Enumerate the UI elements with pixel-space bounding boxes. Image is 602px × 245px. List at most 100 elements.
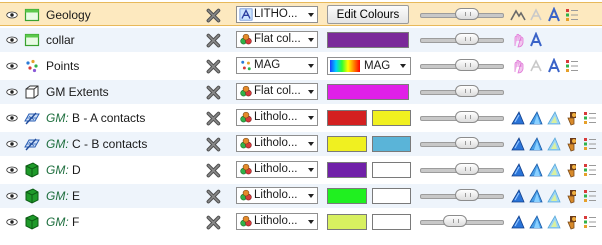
colour-swatch-secondary[interactable] — [372, 136, 411, 152]
colour-mode-select[interactable]: Litholo... — [236, 213, 318, 230]
layer-label: E — [68, 189, 81, 203]
blue-arrow-icon — [511, 215, 525, 229]
palette-icon — [240, 111, 252, 123]
colour-swatch-secondary[interactable] — [372, 110, 411, 126]
opacity-slider[interactable] — [420, 85, 504, 97]
contact-surface-icon — [24, 112, 40, 125]
layer-row[interactable]: GM: B - A contacts Litholo... — [0, 106, 602, 130]
layer-row[interactable]: GM: F Litholo... — [0, 210, 602, 234]
layer-label: GM Extents — [46, 85, 109, 99]
palette-icon — [240, 163, 252, 175]
layer-row[interactable]: collar Flat col... — [0, 28, 602, 52]
colour-swatch[interactable] — [327, 32, 409, 48]
colour-mode-select[interactable]: MAG — [236, 57, 318, 74]
gradient-letter-icon — [239, 8, 253, 21]
layer-row[interactable]: GM: C - B contacts Litholo... — [0, 132, 602, 156]
colour-mode-value: Litholo... — [254, 111, 298, 123]
layer-name: GM: D — [46, 158, 81, 182]
delete-icon — [206, 215, 221, 230]
slider-thumb[interactable] — [455, 189, 479, 201]
opacity-slider[interactable] — [420, 215, 504, 227]
eye-icon — [6, 140, 18, 148]
slider-thumb[interactable] — [443, 215, 467, 227]
colour-mode-select[interactable]: Litholo... — [236, 109, 318, 126]
chevron-down-icon — [308, 90, 314, 94]
slider-thumb[interactable] — [455, 85, 479, 97]
edit-colours-button[interactable]: Edit Colours — [327, 5, 409, 24]
colour-swatch-primary[interactable] — [327, 136, 367, 152]
multi-arrow-icon — [529, 163, 543, 177]
colour-swatch[interactable] — [327, 84, 409, 100]
layer-row[interactable]: GM: D Litholo... — [0, 158, 602, 182]
layer-prefix: GM: — [46, 163, 69, 177]
delete-icon — [206, 189, 221, 204]
legend-icon — [584, 138, 596, 150]
light-arrow-icon — [547, 111, 561, 125]
slider-thumb[interactable] — [455, 8, 479, 20]
colour-swatch-primary[interactable] — [327, 188, 367, 204]
colour-mode-select[interactable]: Flat col... — [236, 31, 318, 48]
layer-row[interactable]: GM Extents Flat col... — [0, 80, 602, 104]
colour-mode-select[interactable]: Litholo... — [236, 187, 318, 204]
multi-arrow-icon — [529, 215, 543, 229]
eye-icon — [6, 114, 18, 122]
slider-thumb[interactable] — [455, 137, 479, 149]
slider-thumb[interactable] — [455, 111, 479, 123]
layer-label: F — [68, 215, 80, 229]
layer-label: collar — [46, 33, 75, 47]
colour-ramp-value: MAG — [364, 60, 391, 72]
colour-mode-value: Flat col... — [254, 33, 301, 45]
layer-label: Points — [46, 59, 80, 73]
layer-prefix: GM: — [46, 215, 69, 229]
delete-icon — [206, 33, 221, 48]
colour-mode-value: Litholo... — [254, 189, 298, 201]
colour-mode-select[interactable]: Litholo... — [236, 135, 318, 152]
chevron-down-icon — [308, 168, 314, 172]
layer-row[interactable]: Points MAG MAG — [0, 54, 602, 78]
slider-thumb[interactable] — [455, 163, 479, 175]
delete-icon — [206, 8, 221, 23]
layer-row[interactable]: GM: E Litholo... — [0, 184, 602, 208]
light-icon — [530, 59, 542, 72]
colour-swatch-secondary[interactable] — [372, 188, 411, 204]
slider-thumb[interactable] — [455, 59, 479, 71]
legend-icon — [566, 60, 578, 72]
slider-thumb[interactable] — [455, 33, 479, 45]
eye-icon — [6, 88, 18, 96]
layer-row[interactable]: Geology LITHO... Edit Colours — [0, 2, 602, 26]
colour-swatch-primary[interactable] — [327, 110, 367, 126]
light-arrow-icon — [547, 137, 561, 151]
colour-swatch-primary[interactable] — [327, 214, 367, 230]
opacity-slider[interactable] — [420, 137, 504, 149]
opacity-slider[interactable] — [420, 59, 504, 71]
colour-swatch-primary[interactable] — [327, 162, 367, 178]
opacity-slider[interactable] — [420, 8, 504, 20]
colour-ramp-select[interactable]: MAG — [327, 57, 411, 75]
colour-mode-select[interactable]: LITHO... — [236, 6, 318, 23]
opacity-slider[interactable] — [420, 111, 504, 123]
layer-prefix: GM: — [46, 189, 69, 203]
volume-icon — [25, 214, 39, 230]
blue-arrow-icon — [511, 137, 525, 151]
colour-mode-select[interactable]: Flat col... — [236, 83, 318, 100]
eye-icon — [6, 11, 18, 19]
legend-icon — [566, 9, 578, 21]
light-arrow-icon — [547, 189, 561, 203]
layer-prefix: GM: — [46, 137, 69, 151]
chevron-down-icon — [308, 194, 314, 198]
layer-name: GM: F — [46, 210, 79, 234]
chevron-down-icon — [308, 116, 314, 120]
legend-icon — [584, 164, 596, 176]
multi-arrow-icon — [529, 137, 543, 151]
volume-icon — [25, 162, 39, 178]
paint-icon — [567, 190, 576, 204]
colour-mode-select[interactable]: Litholo... — [236, 161, 318, 178]
layer-label: Geology — [46, 8, 91, 22]
opacity-slider[interactable] — [420, 33, 504, 45]
shading-icon — [510, 9, 526, 21]
colour-swatch-secondary[interactable] — [372, 162, 411, 178]
opacity-slider[interactable] — [420, 189, 504, 201]
points-colour-icon — [241, 60, 251, 71]
colour-swatch-secondary[interactable] — [372, 214, 411, 230]
opacity-slider[interactable] — [420, 163, 504, 175]
